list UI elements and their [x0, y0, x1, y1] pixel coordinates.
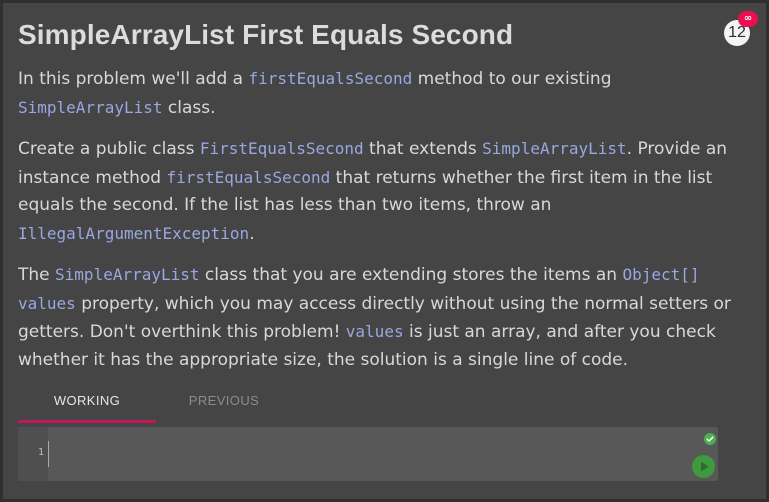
code-field-name: values	[345, 322, 404, 341]
code-class-name: FirstEqualsSecond	[199, 139, 364, 158]
badge-indicator: ∞	[738, 11, 758, 27]
code-input[interactable]	[48, 441, 678, 467]
text: method to our existing	[412, 69, 612, 89]
attempts-badge[interactable]: 12 ∞	[724, 11, 758, 46]
play-icon	[701, 461, 709, 472]
text: The	[18, 265, 56, 285]
line-number: 1	[37, 447, 44, 458]
paragraph-intro: In this problem we'll add a firstEqualsS…	[18, 65, 736, 122]
text: class.	[162, 97, 216, 118]
problem-description: In this problem we'll add a firstEqualsS…	[18, 65, 736, 387]
run-button[interactable]	[692, 455, 715, 478]
code-class-name: SimpleArrayList	[55, 265, 200, 284]
code-editor: 1	[18, 427, 718, 481]
text: class that you are extending stores the …	[199, 265, 623, 285]
check-circle-icon	[704, 430, 716, 445]
code-method-name: firstEqualsSecond	[248, 69, 413, 88]
code-method-name: firstEqualsSecond	[166, 167, 331, 187]
code-type-name: Object[]	[622, 265, 700, 284]
editor-tabs: WORKING PREVIOUS	[18, 387, 318, 423]
code-class-name: SimpleArrayList	[18, 97, 163, 117]
tab-previous[interactable]: PREVIOUS	[188, 387, 260, 423]
editor-gutter: 1	[18, 427, 48, 481]
code-class-name: SimpleArrayList	[482, 139, 627, 158]
tab-working[interactable]: WORKING	[18, 387, 156, 423]
text: .	[249, 223, 255, 244]
paragraph-hint: The SimpleArrayList class that you are e…	[18, 261, 736, 374]
paragraph-task: Create a public class FirstEqualsSecond …	[18, 135, 736, 248]
code-field-name: values	[18, 293, 76, 313]
problem-panel: SimpleArrayList First Equals Second 12 ∞…	[3, 3, 766, 499]
page-title: SimpleArrayList First Equals Second	[18, 19, 514, 50]
code-exception-name: IllegalArgumentException	[18, 223, 250, 243]
text: that extends	[363, 139, 483, 159]
text: Create a public class	[18, 139, 200, 159]
text: In this problem we'll add a	[18, 69, 249, 89]
